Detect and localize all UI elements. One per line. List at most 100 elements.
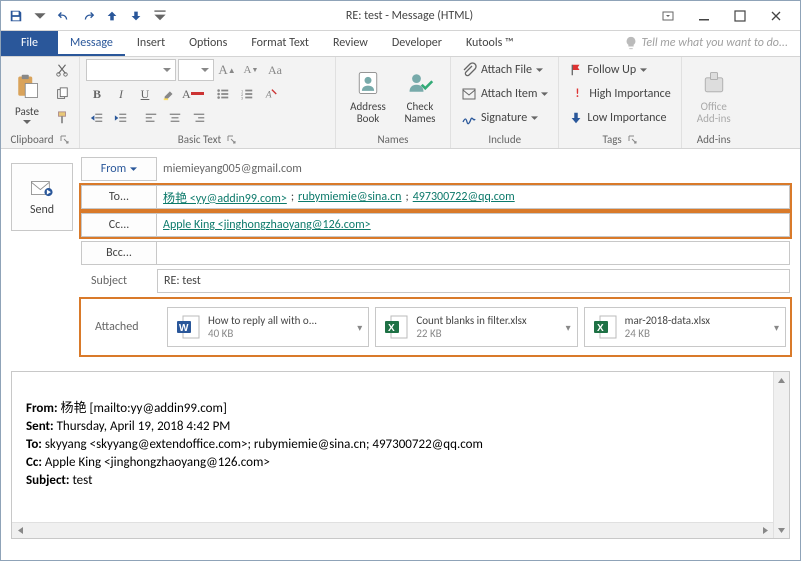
previous-item-icon[interactable] — [101, 5, 123, 27]
change-case-icon[interactable]: Aa — [264, 59, 286, 81]
chevron-down-icon — [536, 68, 543, 73]
ribbon: Paste Clipboard A▲ A▼ Aa B I U — [1, 57, 800, 149]
tell-me-search[interactable]: Tell me what you want to do... — [612, 31, 800, 56]
qat-dropdown-icon[interactable] — [29, 5, 51, 27]
vertical-scrollbar[interactable] — [773, 372, 789, 538]
scroll-left-icon[interactable] — [14, 525, 26, 537]
tags-dialog-launcher[interactable] — [628, 135, 638, 145]
horizontal-scrollbar[interactable] — [12, 522, 773, 538]
attach-item-button[interactable]: Attach Item — [457, 83, 552, 105]
decrease-indent-icon[interactable] — [86, 107, 108, 129]
high-importance-button[interactable]: !High Importance — [565, 83, 674, 105]
close-icon[interactable] — [762, 5, 790, 27]
chevron-down-icon — [640, 68, 647, 73]
font-size-select[interactable] — [178, 59, 214, 81]
bullets-icon[interactable] — [212, 83, 234, 105]
minimize-icon[interactable] — [690, 5, 718, 27]
basic-text-dialog-launcher[interactable] — [227, 135, 237, 145]
chevron-down-icon[interactable]: ▾ — [566, 321, 571, 334]
lightbulb-icon — [624, 36, 638, 50]
window-controls — [644, 5, 800, 27]
align-center-icon[interactable] — [164, 107, 186, 129]
tab-options[interactable]: Options — [177, 31, 239, 56]
bold-icon[interactable]: B — [86, 83, 108, 105]
to-button[interactable]: To... — [81, 185, 157, 209]
redo-icon[interactable] — [77, 5, 99, 27]
subject-field[interactable]: RE: test — [157, 269, 790, 293]
attached-label: Attached — [85, 320, 161, 334]
tab-insert[interactable]: Insert — [125, 31, 177, 56]
tab-developer[interactable]: Developer — [380, 31, 454, 56]
scroll-up-icon[interactable] — [776, 374, 788, 386]
clipboard-dialog-launcher[interactable] — [60, 135, 70, 145]
from-button[interactable]: From — [81, 157, 157, 181]
down-arrow-icon — [569, 111, 583, 125]
qat-customize-icon[interactable] — [149, 5, 171, 27]
ribbon-group-basic-text: A▲ A▼ Aa B I U A 123 A Basic — [80, 57, 336, 148]
ribbon-display-options-icon[interactable] — [654, 5, 682, 27]
undo-icon[interactable] — [53, 5, 75, 27]
recipient-link[interactable]: Apple King <jinghongzhaoyang@126.com> — [163, 218, 371, 232]
chevron-down-icon — [130, 167, 137, 172]
shrink-font-icon[interactable]: A▼ — [240, 59, 262, 81]
attachment-item[interactable]: X mar-2018-data.xlsx24 KB ▾ — [584, 307, 786, 347]
recipient-link[interactable]: rubymiemie@sina.cn — [298, 190, 401, 204]
ribbon-tabs: File Message Insert Options Format Text … — [1, 31, 800, 57]
tab-file[interactable]: File — [1, 31, 58, 56]
signature-icon — [461, 110, 477, 126]
format-painter-icon[interactable] — [51, 107, 73, 129]
numbering-icon[interactable]: 123 — [236, 83, 258, 105]
address-book-icon — [352, 67, 384, 99]
tab-review[interactable]: Review — [321, 31, 380, 56]
attach-file-button[interactable]: Attach File — [457, 59, 552, 81]
cc-button[interactable]: Cc... — [81, 213, 157, 237]
cut-icon[interactable] — [51, 59, 73, 81]
paperclip-icon — [461, 62, 477, 78]
from-value: miemieyang005@gmail.com — [157, 157, 790, 181]
font-family-select[interactable] — [86, 59, 176, 81]
attachment-item[interactable]: X Count blanks in filter.xlsx22 KB ▾ — [375, 307, 577, 347]
maximize-icon[interactable] — [726, 5, 754, 27]
tab-kutools[interactable]: Kutools ™ — [454, 31, 526, 56]
excel-file-icon: X — [382, 313, 410, 341]
tab-message[interactable]: Message — [58, 31, 125, 56]
signature-button[interactable]: Signature — [457, 107, 552, 129]
next-item-icon[interactable] — [125, 5, 147, 27]
copy-icon[interactable] — [51, 83, 73, 105]
chevron-down-icon[interactable]: ▾ — [357, 321, 362, 334]
tab-format-text[interactable]: Format Text — [239, 31, 321, 56]
low-importance-button[interactable]: Low Importance — [565, 107, 674, 129]
follow-up-button[interactable]: Follow Up — [565, 59, 674, 81]
align-left-icon[interactable] — [140, 107, 162, 129]
increase-indent-icon[interactable] — [110, 107, 132, 129]
address-book-button[interactable]: Address Book — [342, 59, 394, 125]
grow-font-icon[interactable]: A▲ — [216, 59, 238, 81]
svg-text:3: 3 — [241, 96, 244, 101]
bcc-field[interactable] — [157, 241, 790, 265]
message-body[interactable]: From: 杨艳 [mailto:yy@addin99.com] Sent: T… — [11, 371, 790, 539]
check-names-icon — [404, 67, 436, 99]
chevron-down-icon[interactable]: ▾ — [774, 321, 779, 334]
font-color-icon[interactable]: A — [182, 83, 204, 105]
italic-icon[interactable]: I — [110, 83, 132, 105]
recipient-link[interactable]: 497300722@qq.com — [413, 190, 515, 204]
underline-icon[interactable]: U — [134, 83, 156, 105]
send-button[interactable]: Send — [11, 163, 73, 231]
bcc-button[interactable]: Bcc... — [81, 241, 157, 265]
cc-field[interactable]: Apple King <jinghongzhaoyang@126.com> — [157, 213, 790, 237]
attachment-item[interactable]: W How to reply all with o...40 KB ▾ — [167, 307, 369, 347]
office-addins-button[interactable]: Office Add-ins — [688, 59, 740, 125]
check-names-button[interactable]: Check Names — [396, 59, 444, 125]
to-field[interactable]: 杨艳 <yy@addin99.com>; rubymiemie@sina.cn;… — [157, 185, 790, 209]
paste-button[interactable]: Paste — [7, 59, 47, 125]
save-icon[interactable] — [5, 5, 27, 27]
scroll-down-icon[interactable] — [776, 524, 788, 536]
clear-formatting-icon[interactable]: A — [260, 83, 282, 105]
align-right-icon[interactable] — [188, 107, 210, 129]
scroll-right-icon[interactable] — [759, 525, 771, 537]
subject-label: Subject — [81, 269, 157, 293]
highlight-icon[interactable] — [158, 83, 180, 105]
exclamation-icon: ! — [569, 87, 585, 101]
addins-icon — [698, 67, 730, 99]
recipient-link[interactable]: 杨艳 <yy@addin99.com> — [163, 189, 287, 206]
